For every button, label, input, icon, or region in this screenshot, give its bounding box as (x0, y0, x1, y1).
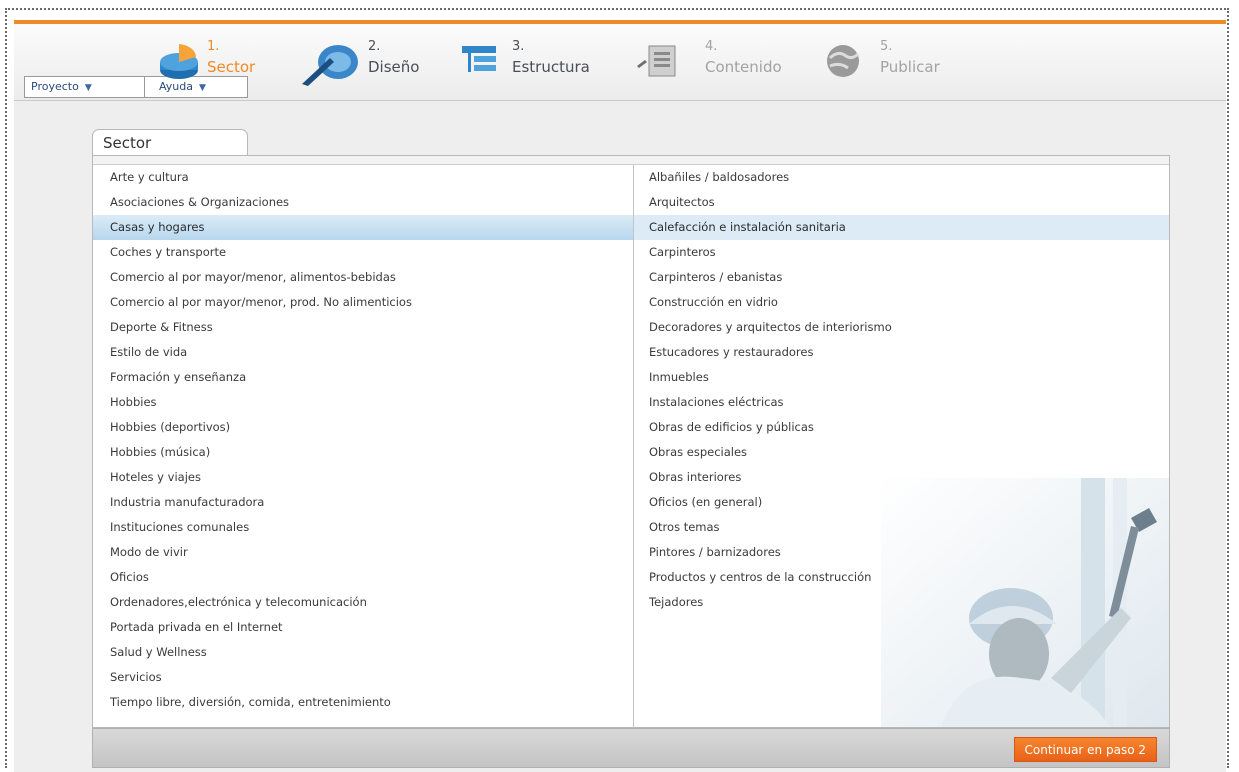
continue-button[interactable]: Continuar en paso 2 (1013, 737, 1157, 762)
sector-list-item[interactable]: Hobbies (93, 390, 633, 415)
step-number: 3. (512, 39, 525, 54)
app-window: Proyecto ▼ Ayuda ▼ 1. Sector 2. Diseño 3… (14, 20, 1226, 772)
step-publicar[interactable]: 5. Publicar (822, 40, 962, 84)
structure-tree-icon (462, 46, 496, 72)
subsector-list-item[interactable]: Calefacción e instalación sanitaria (634, 215, 1169, 240)
subsector-list-item[interactable]: Obras especiales (634, 440, 1169, 465)
step-number: 2. (368, 39, 381, 54)
subsector-list-item[interactable]: Obras de edificios y públicas (634, 415, 1169, 440)
wizard-header: Proyecto ▼ Ayuda ▼ 1. Sector 2. Diseño 3… (14, 24, 1226, 101)
sector-list-item[interactable]: Formación y enseñanza (93, 365, 633, 390)
subsector-list-item[interactable]: Pintores / barnizadores (634, 540, 1169, 565)
sector-list-item[interactable]: Portada privada en el Internet (93, 615, 633, 640)
subsector-list-item[interactable]: Tejadores (634, 590, 1169, 615)
subsector-list-item[interactable]: Arquitectos (634, 190, 1169, 215)
step-label: Sector (207, 58, 256, 76)
sector-list-item[interactable]: Modo de vivir (93, 540, 633, 565)
subsector-list-item[interactable]: Instalaciones eléctricas (634, 390, 1169, 415)
sector-panel: Arte y cultura Asociaciones & Organizacio… (92, 155, 1170, 728)
subsector-list-item[interactable]: Oficios (en general) (634, 490, 1169, 515)
step-diseno[interactable]: 2. Diseño (300, 39, 420, 86)
sector-list-item[interactable]: Asociaciones & Organizaciones (93, 190, 633, 215)
subsector-list-item[interactable]: Obras interiores (634, 465, 1169, 490)
sector-list-item[interactable]: Tiempo libre, diversión, comida, entrete… (93, 690, 633, 715)
caret-down-icon: ▼ (84, 83, 92, 93)
pie-chart-icon (160, 44, 198, 79)
subsector-list: Albañiles / baldosadores Arquitectos Calef… (634, 165, 1169, 727)
step-label: Diseño (368, 58, 420, 76)
step-sector[interactable]: 1. Sector (159, 40, 269, 84)
sector-list-item[interactable]: Hobbies (música) (93, 440, 633, 465)
sector-list-item[interactable]: Deporte & Fitness (93, 315, 633, 340)
subsector-list-item[interactable]: Carpinteros (634, 240, 1169, 265)
step-estructura[interactable]: 3. Estructura (460, 40, 620, 84)
sector-list-item[interactable]: Comercio al por mayor/menor, prod. No al… (93, 290, 633, 315)
sector-list-item[interactable]: Coches y transporte (93, 240, 633, 265)
sector-list-item[interactable]: Instituciones comunales (93, 515, 633, 540)
sector-list-item[interactable]: Estilo de vida (93, 340, 633, 365)
step-number: 4. (705, 39, 718, 54)
subsector-list-item[interactable]: Albañiles / baldosadores (634, 165, 1169, 190)
step-label: Contenido (705, 58, 782, 76)
step-label: Estructura (512, 58, 590, 76)
subsector-list-item[interactable]: Estucadores y restauradores (634, 340, 1169, 365)
document-edit-icon (637, 45, 676, 77)
step-number: 1. (207, 39, 220, 54)
sector-list-item[interactable]: Hoteles y viajes (93, 465, 633, 490)
sector-list-item[interactable]: Arte y cultura (93, 165, 633, 190)
sector-list-item[interactable]: Casas y hogares (93, 215, 633, 240)
sector-list-item[interactable]: Oficios (93, 565, 633, 590)
panel-top-strip (93, 156, 1169, 165)
subsector-list-item[interactable]: Inmuebles (634, 365, 1169, 390)
tab-sector[interactable]: Sector (92, 129, 248, 157)
palette-brush-icon (302, 45, 358, 86)
sector-list-item[interactable]: Salud y Wellness (93, 640, 633, 665)
sector-list-item[interactable]: Ordenadores,electrónica y telecomunicaci… (93, 590, 633, 615)
panel-footer: Continuar en paso 2 (92, 728, 1170, 768)
menu-label: Proyecto (31, 80, 79, 93)
sector-list: Arte y cultura Asociaciones & Organizacio… (93, 165, 634, 727)
step-label: Publicar (880, 58, 940, 76)
sector-list-item[interactable]: Hobbies (deportivos) (93, 415, 633, 440)
subsector-list-item[interactable]: Construcción en vidrio (634, 290, 1169, 315)
step-number: 5. (880, 39, 893, 54)
sector-list-item[interactable]: Comercio al por mayor/menor, alimentos-b… (93, 265, 633, 290)
globe-icon (827, 45, 860, 77)
subsector-list-item[interactable]: Productos y centros de la construcción (634, 565, 1169, 590)
step-contenido[interactable]: 4. Contenido (635, 40, 795, 84)
subsector-list-item[interactable]: Decoradores y arquitectos de interiorism… (634, 315, 1169, 340)
subsector-list-item[interactable]: Otros temas (634, 515, 1169, 540)
menu-proyecto[interactable]: Proyecto ▼ (24, 76, 145, 98)
subsector-list-item[interactable]: Carpinteros / ebanistas (634, 265, 1169, 290)
sector-list-item[interactable]: Servicios (93, 665, 633, 690)
sector-list-item[interactable]: Industria manufacturadora (93, 490, 633, 515)
